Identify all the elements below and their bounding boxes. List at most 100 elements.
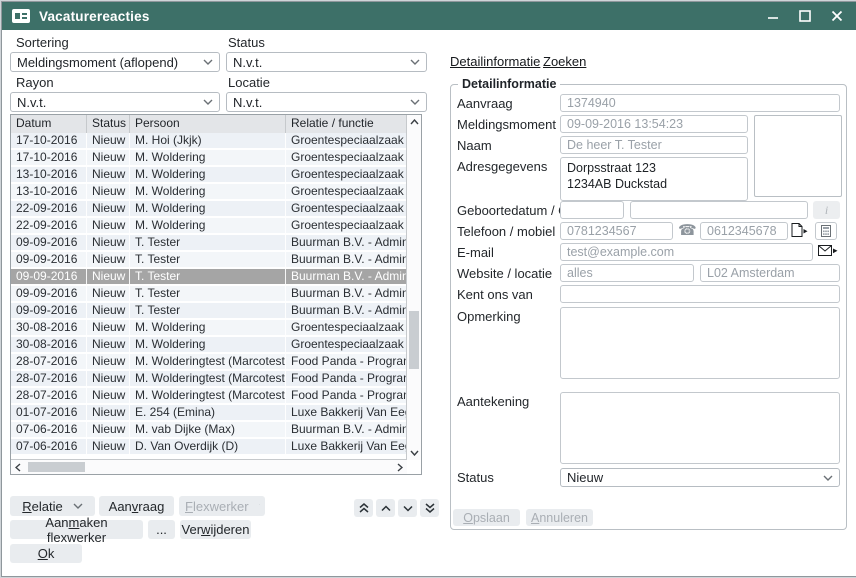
move-down-button[interactable] bbox=[398, 499, 417, 517]
scroll-right-button[interactable] bbox=[393, 460, 407, 474]
cv-info-button[interactable]: i bbox=[813, 201, 840, 219]
cell-datum: 09-09-2016 bbox=[11, 269, 87, 284]
move-up-button[interactable] bbox=[376, 499, 395, 517]
annuleren-button[interactable]: Annuleren bbox=[526, 509, 593, 526]
table-row[interactable]: 17-10-2016 Nieuw M. Hoi (Jkjk) Groentesp… bbox=[11, 133, 407, 150]
cell-datum: 30-08-2016 bbox=[11, 320, 87, 335]
meldingsmoment-field[interactable]: 09-09-2016 13:54:23 bbox=[560, 115, 748, 133]
more-button[interactable]: ... bbox=[148, 520, 175, 539]
locatie-filter-select[interactable]: N.v.t. bbox=[226, 92, 427, 112]
kent-ons-van-field[interactable] bbox=[560, 285, 840, 303]
window-title: Vacaturereacties bbox=[39, 9, 150, 24]
status-select[interactable]: Nieuw bbox=[560, 468, 840, 487]
email-field[interactable]: test@example.com bbox=[560, 243, 813, 261]
chevron-down-icon bbox=[203, 59, 213, 65]
table-row[interactable]: 22-09-2016 Nieuw M. Woldering Groentespe… bbox=[11, 201, 407, 218]
vertical-scrollbar[interactable] bbox=[406, 115, 421, 460]
cell-status: Nieuw bbox=[87, 218, 130, 233]
naam-field[interactable]: De heer T. Tester bbox=[560, 136, 748, 154]
cell-status: Nieuw bbox=[87, 320, 130, 335]
locatie-field[interactable]: L02 Amsterdam bbox=[700, 264, 840, 282]
table-row[interactable]: 28-07-2016 Nieuw M. Wolderingtest (Marco… bbox=[11, 354, 407, 371]
flexwerker-button[interactable]: Flexwerker bbox=[179, 496, 265, 516]
telefoon-field[interactable]: 0781234567 bbox=[560, 222, 673, 240]
sortering-select[interactable]: Meldingsmoment (aflopend) bbox=[10, 52, 220, 72]
aanvraag-button[interactable]: Aanvraag bbox=[99, 496, 174, 516]
table-row[interactable]: 07-06-2016 Nieuw D. Van Overdijk (D) Lux… bbox=[11, 439, 407, 456]
cell-persoon: M. Wolderingtest (Marcotest) bbox=[130, 354, 286, 369]
table-row[interactable]: 09-09-2016 Nieuw T. Tester Buurman B.V. … bbox=[11, 269, 407, 286]
cell-persoon: M. Wolderingtest (Marcotest) bbox=[130, 371, 286, 386]
website-field[interactable]: alles bbox=[560, 264, 694, 282]
table-row[interactable]: 09-09-2016 Nieuw T. Tester Buurman B.V. … bbox=[11, 303, 407, 320]
aanvraag-field[interactable]: 1374940 bbox=[560, 94, 840, 112]
naam-label: Naam bbox=[457, 138, 492, 153]
chevron-down-icon bbox=[410, 450, 419, 456]
scroll-up-button[interactable] bbox=[407, 115, 421, 129]
jump-top-button[interactable] bbox=[354, 499, 373, 517]
cell-datum: 30-08-2016 bbox=[11, 337, 87, 352]
aanmaken-flexwerker-button[interactable]: Aanmaken flexwerker bbox=[10, 520, 143, 539]
col-header-relatie[interactable]: Relatie / functie bbox=[286, 115, 407, 133]
status-filter-select[interactable]: N.v.t. bbox=[226, 52, 427, 72]
cv-field[interactable] bbox=[630, 201, 808, 219]
col-header-datum[interactable]: Datum bbox=[11, 115, 87, 133]
scroll-left-button[interactable] bbox=[11, 460, 25, 474]
adresgegevens-field[interactable]: Dorpsstraat 123 1234AB Duckstad bbox=[560, 157, 748, 201]
aantekening-field[interactable] bbox=[560, 392, 840, 464]
cell-relatie: Buurman B.V. - Admini... bbox=[286, 252, 407, 267]
mobiel-field[interactable]: 0612345678 bbox=[700, 222, 788, 240]
table-row[interactable]: 09-09-2016 Nieuw T. Tester Buurman B.V. … bbox=[11, 235, 407, 252]
chevron-down-icon bbox=[403, 505, 413, 512]
close-button[interactable] bbox=[828, 7, 846, 25]
table-row[interactable]: 01-07-2016 Nieuw E. 254 (Emina) Luxe Bak… bbox=[11, 405, 407, 422]
vertical-scroll-thumb[interactable] bbox=[409, 311, 419, 369]
table-row[interactable]: 30-08-2016 Nieuw M. Woldering Groentespe… bbox=[11, 320, 407, 337]
vacaturereacties-window: Vacaturereacties Sortering Meldingsmomen… bbox=[1, 1, 856, 577]
maximize-button[interactable] bbox=[796, 7, 814, 25]
copy-document-button[interactable] bbox=[791, 223, 808, 243]
opslaan-button[interactable]: Opslaan bbox=[453, 509, 520, 526]
cell-status: Nieuw bbox=[87, 439, 130, 454]
col-header-persoon[interactable]: Persoon bbox=[130, 115, 286, 133]
relatie-button[interactable]: Relatie bbox=[10, 496, 95, 516]
table-row[interactable]: 17-10-2016 Nieuw M. Woldering Groentespe… bbox=[11, 150, 407, 167]
cell-relatie: Luxe Bakkerij Van Eegh... bbox=[286, 439, 407, 454]
scroll-down-button[interactable] bbox=[407, 446, 421, 460]
table-row[interactable]: 09-09-2016 Nieuw T. Tester Buurman B.V. … bbox=[11, 286, 407, 303]
table-row[interactable]: 07-06-2016 Nieuw M. vab Dijke (Max) Buur… bbox=[11, 422, 407, 439]
geboortedatum-field[interactable] bbox=[560, 201, 624, 219]
cell-datum: 13-10-2016 bbox=[11, 184, 87, 199]
rayon-select[interactable]: N.v.t. bbox=[10, 92, 220, 112]
relatie-button-label: Relatie bbox=[22, 499, 62, 514]
ok-button-label: Ok bbox=[38, 546, 55, 561]
jump-bottom-button[interactable] bbox=[420, 499, 439, 517]
cell-persoon: M. Wolderingtest (Marcotest) bbox=[130, 388, 286, 403]
horizontal-scrollbar[interactable] bbox=[11, 459, 407, 474]
rayon-label: Rayon bbox=[16, 75, 54, 90]
table-row[interactable]: 09-09-2016 Nieuw T. Tester Buurman B.V. … bbox=[11, 252, 407, 269]
cell-relatie: Food Panda - Program... bbox=[286, 388, 407, 403]
table-row[interactable]: 28-07-2016 Nieuw M. Wolderingtest (Marco… bbox=[11, 371, 407, 388]
table-row[interactable]: 30-08-2016 Nieuw M. Woldering Groentespe… bbox=[11, 337, 407, 354]
minimize-button[interactable] bbox=[764, 7, 782, 25]
table-header: Datum Status Persoon Relatie / functie bbox=[11, 115, 407, 133]
table-row[interactable]: 13-10-2016 Nieuw M. Woldering Groentespe… bbox=[11, 184, 407, 201]
send-email-button[interactable] bbox=[818, 245, 838, 263]
status-label: Status bbox=[457, 470, 494, 485]
table-row[interactable]: 28-07-2016 Nieuw M. Wolderingtest (Marco… bbox=[11, 388, 407, 405]
dial-pad-button[interactable] bbox=[815, 222, 837, 240]
verwijderen-button[interactable]: Verwijderen bbox=[180, 520, 251, 539]
horizontal-scroll-thumb[interactable] bbox=[28, 462, 85, 472]
opmerking-field[interactable] bbox=[560, 307, 840, 379]
tab-zoeken[interactable]: Zoeken bbox=[543, 54, 586, 69]
chevron-down-icon bbox=[410, 99, 420, 105]
col-header-status[interactable]: Status bbox=[87, 115, 130, 133]
table-row[interactable]: 13-10-2016 Nieuw M. Woldering Groentespe… bbox=[11, 167, 407, 184]
ok-button[interactable]: Ok bbox=[10, 544, 82, 563]
cell-persoon: E. 254 (Emina) bbox=[130, 405, 286, 420]
cell-datum: 28-07-2016 bbox=[11, 388, 87, 403]
cell-status: Nieuw bbox=[87, 150, 130, 165]
table-row[interactable]: 22-09-2016 Nieuw M. Woldering Groentespe… bbox=[11, 218, 407, 235]
tab-detailinformatie[interactable]: Detailinformatie bbox=[450, 54, 540, 69]
